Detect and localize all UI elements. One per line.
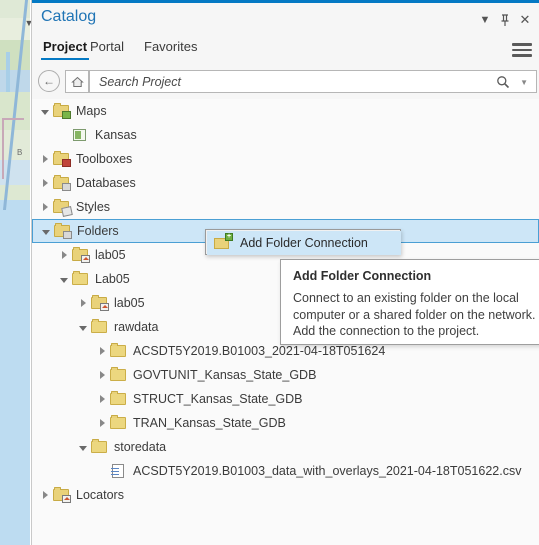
tree-item-label: TRAN_Kansas_State_GDB	[133, 416, 286, 430]
folder-home-icon	[90, 295, 109, 311]
expander-closed-icon[interactable]	[76, 299, 90, 307]
map-border-line	[2, 118, 24, 120]
tree-item-label: Maps	[76, 104, 107, 118]
tab-project[interactable]: Project	[41, 39, 90, 60]
tree-item-label: ACSDT5Y2019.B01003_2021-04-18T051624	[133, 344, 386, 358]
pin-icon[interactable]	[497, 12, 513, 28]
tree-item-label: Locators	[76, 488, 124, 502]
catalog-panel: Catalog ▼ ✕ Project Portal Favorites ← S…	[31, 0, 539, 545]
expander-closed-icon[interactable]	[95, 347, 109, 355]
folder-maps-icon	[52, 103, 71, 119]
folder-plain-icon	[109, 415, 128, 431]
tree-item-label: rawdata	[114, 320, 159, 334]
tooltip-body: Connect to an existing folder on the loc…	[293, 291, 536, 338]
map-icon	[71, 127, 90, 143]
tooltip-title: Add Folder Connection	[293, 269, 432, 283]
expander-closed-icon[interactable]	[38, 203, 52, 211]
expander-open-icon[interactable]	[39, 228, 53, 235]
search-icon[interactable]	[496, 75, 510, 89]
page-title: Catalog	[41, 8, 97, 25]
folder-plain-icon	[90, 319, 109, 335]
folder-connection-icon	[53, 223, 72, 239]
expander-open-icon[interactable]	[76, 444, 90, 451]
expander-closed-icon[interactable]	[95, 371, 109, 379]
map-place-label: B	[17, 148, 23, 157]
expander-open-icon[interactable]	[57, 276, 71, 283]
map-border-line-vertical	[2, 119, 4, 179]
tree-item-label: Lab05	[95, 272, 130, 286]
panel-menu-arrow-icon[interactable]: ▼	[477, 12, 493, 28]
expander-closed-icon[interactable]	[95, 395, 109, 403]
tree-item-label: ACSDT5Y2019.B01003_data_with_overlays_20…	[133, 464, 522, 478]
tree-item[interactable]: Styles	[32, 195, 539, 219]
menu-item-label: Add Folder Connection	[240, 236, 368, 250]
pin-glyph	[501, 13, 509, 26]
tree-item[interactable]: Kansas	[32, 123, 539, 147]
tree-item-label: Folders	[77, 224, 119, 238]
home-icon[interactable]	[65, 70, 89, 93]
tree-item-label: STRUCT_Kansas_State_GDB	[133, 392, 303, 406]
tree-item[interactable]: STRUCT_Kansas_State_GDB	[32, 387, 539, 411]
tree-item[interactable]: Databases	[32, 171, 539, 195]
tree-item-label: storedata	[114, 440, 167, 454]
tree-item-label: lab05	[114, 296, 145, 310]
expander-closed-icon[interactable]	[38, 155, 52, 163]
home-glyph	[70, 76, 84, 87]
csv-file-icon	[109, 463, 128, 479]
folder-plain-icon	[90, 439, 109, 455]
tree-item-label: GOVTUNIT_Kansas_State_GDB	[133, 368, 317, 382]
folder-locator-icon	[52, 487, 71, 503]
tree-item[interactable]: TRAN_Kansas_State_GDB	[32, 411, 539, 435]
search-input[interactable]	[97, 74, 471, 90]
panel-title-bar: Catalog ▼ ✕	[32, 3, 539, 33]
expander-closed-icon[interactable]	[57, 251, 71, 259]
tree-item-label: Databases	[76, 176, 136, 190]
folder-plain-icon	[109, 343, 128, 359]
folder-home-icon	[71, 247, 90, 263]
hamburger-menu-icon[interactable]	[512, 43, 532, 57]
expander-open-icon[interactable]	[38, 108, 52, 115]
tree-item-label: Toolboxes	[76, 152, 133, 166]
tree-item-label: lab05	[95, 248, 126, 262]
context-menu: + Add Folder Connection	[205, 229, 401, 255]
magnifier-glyph	[497, 76, 510, 89]
folder-plain-icon	[109, 391, 128, 407]
back-arrow-icon[interactable]: ←	[38, 70, 60, 92]
tree-item[interactable]: GOVTUNIT_Kansas_State_GDB	[32, 363, 539, 387]
tree-item[interactable]: ACSDT5Y2019.B01003_data_with_overlays_20…	[32, 459, 539, 483]
folder-database-icon	[52, 175, 71, 191]
tree-item[interactable]: Locators	[32, 483, 539, 507]
folder-toolbox-icon	[52, 151, 71, 167]
tree-item-label: Kansas	[95, 128, 137, 142]
expander-closed-icon[interactable]	[38, 179, 52, 187]
expander-open-icon[interactable]	[76, 324, 90, 331]
map-backdrop: B	[0, 0, 30, 545]
folder-styles-icon	[52, 199, 73, 217]
folder-plain-icon	[71, 271, 90, 287]
menu-item-add-folder-connection[interactable]: + Add Folder Connection	[207, 231, 401, 255]
tab-portal[interactable]: Portal	[88, 39, 126, 58]
map-coastline	[2, 0, 29, 210]
panel-tab-bar: Project Portal Favorites	[32, 33, 539, 65]
add-folder-connection-icon: +	[213, 233, 233, 251]
tab-favorites[interactable]: Favorites	[142, 39, 199, 58]
tree-item[interactable]: storedata	[32, 435, 539, 459]
expander-closed-icon[interactable]	[95, 419, 109, 427]
tree-item-label: Styles	[76, 200, 111, 214]
tree-item[interactable]: Toolboxes	[32, 147, 539, 171]
expander-closed-icon[interactable]	[38, 491, 52, 499]
search-bar: ← ▼	[32, 66, 539, 98]
close-icon[interactable]: ✕	[517, 12, 533, 28]
tooltip: Add Folder Connection Connect to an exis…	[280, 259, 539, 345]
search-input-container[interactable]: ▼	[89, 70, 537, 93]
tree-item[interactable]: Maps	[32, 99, 539, 123]
folder-plain-icon	[109, 367, 128, 383]
search-options-chevron-down-icon[interactable]: ▼	[520, 78, 528, 87]
map-river	[6, 52, 10, 92]
